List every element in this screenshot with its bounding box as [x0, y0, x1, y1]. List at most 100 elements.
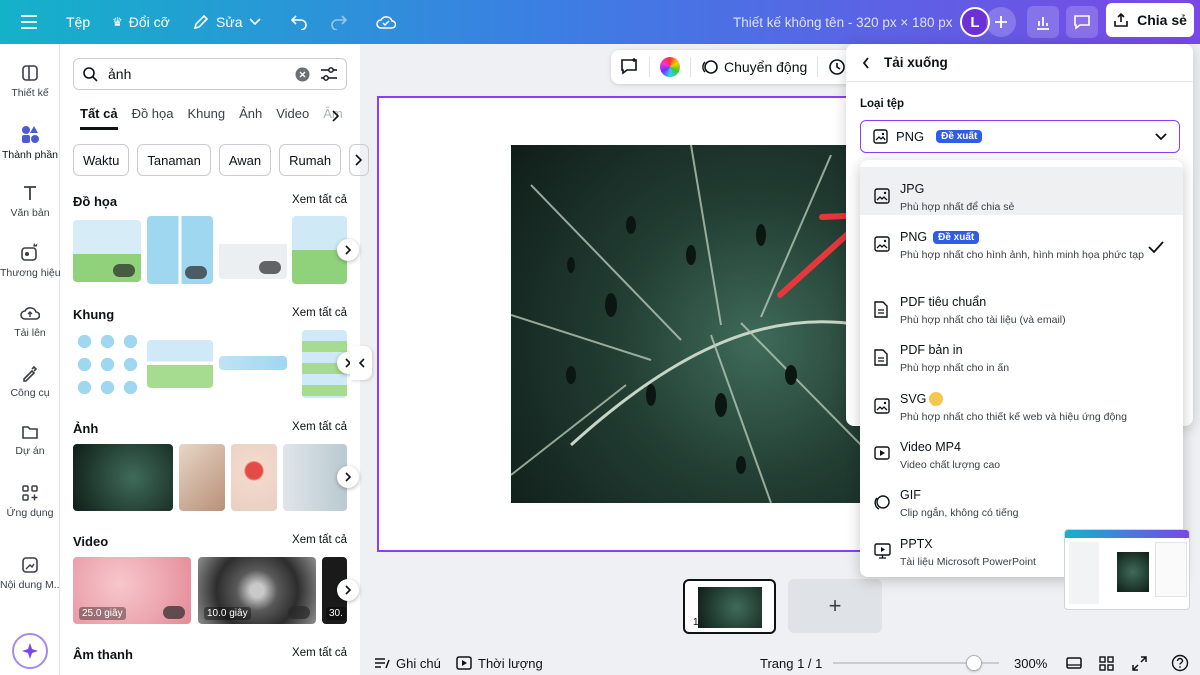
premium-badge: [113, 264, 135, 277]
video-thumbnail[interactable]: 10.0 giây: [198, 557, 316, 624]
photo-thumbnail[interactable]: [179, 444, 225, 511]
image-icon: [873, 129, 888, 144]
tab-graphics[interactable]: Đồ họa: [132, 106, 174, 130]
option-mp4[interactable]: Video MP4 Video chất lượng cao: [860, 425, 1183, 473]
undo-button[interactable]: [290, 0, 308, 44]
resize-button[interactable]: ♛ Đổi cỡ: [112, 0, 170, 44]
tab-videos[interactable]: Video: [276, 106, 309, 130]
zoom-slider-handle[interactable]: [966, 655, 983, 671]
grid-icon: [1099, 655, 1114, 671]
option-description: Phù hợp nhất cho thiết kế web và hiệu ứn…: [900, 411, 1127, 423]
rail-item-projects[interactable]: Dự án: [0, 424, 60, 457]
pages-view-button[interactable]: [1066, 651, 1082, 675]
monstera-leaf-photo[interactable]: [511, 145, 861, 503]
option-jpg[interactable]: JPG Phù hợp nhất để chia sẻ: [860, 167, 1183, 215]
frame-thumbnail[interactable]: [219, 356, 287, 370]
zoom-level[interactable]: 300%: [1014, 651, 1047, 675]
option-gif[interactable]: GIF Clip ngắn, không có tiếng: [860, 473, 1183, 521]
redo-icon: [331, 15, 348, 30]
rail-item-tools[interactable]: Công cụ: [0, 364, 60, 399]
see-all-link[interactable]: Xem tất cả: [292, 421, 347, 436]
page-thumbnail[interactable]: 1: [683, 579, 776, 634]
edit-menu[interactable]: Sửa: [192, 0, 261, 44]
clear-icon[interactable]: [295, 67, 310, 82]
comments-button[interactable]: [1066, 0, 1098, 44]
see-all-link[interactable]: Xem tất cả: [292, 307, 347, 322]
top-toolbar: Tệp ♛ Đổi cỡ Sửa Thiết kế không tên - 32…: [0, 0, 1200, 44]
chevron-right-icon[interactable]: [332, 110, 340, 122]
redo-button[interactable]: [330, 0, 348, 44]
back-arrow-icon[interactable]: [862, 56, 870, 69]
add-collaborator-button[interactable]: [986, 0, 1016, 44]
video-thumbnail[interactable]: 25.0 giây: [73, 557, 191, 624]
rail-item-brand[interactable]: Thương hiệu: [0, 242, 60, 279]
rail-label: Thiết kế: [11, 87, 49, 99]
see-all-link[interactable]: Xem tất cả: [292, 647, 347, 662]
download-title: Tải xuống: [884, 55, 948, 70]
insights-button[interactable]: [1027, 0, 1059, 44]
save-status[interactable]: [376, 0, 396, 44]
rail-item-apps[interactable]: Ứng dụng: [0, 484, 60, 519]
graphic-thumbnail[interactable]: [73, 220, 141, 282]
fullscreen-button[interactable]: [1132, 651, 1147, 675]
frame-thumbnail[interactable]: [73, 330, 141, 398]
duration-button[interactable]: Thời lượng: [456, 651, 543, 675]
rail-item-design[interactable]: Thiết kế: [0, 64, 60, 99]
grid-view-button[interactable]: [1099, 651, 1114, 675]
filter-icon[interactable]: [320, 66, 338, 82]
photo-thumbnail[interactable]: [231, 444, 277, 511]
gif-icon: [874, 495, 890, 510]
rail-item-text[interactable]: Văn bản: [0, 184, 60, 219]
animate-button[interactable]: Chuyển động: [701, 58, 807, 76]
premium-badge: [185, 266, 207, 279]
frame-thumbnail[interactable]: [147, 340, 213, 388]
rail-item-elements[interactable]: Thành phần: [0, 124, 60, 161]
photos-next-button[interactable]: [337, 466, 359, 488]
collapse-panel-button[interactable]: [350, 346, 372, 380]
tab-photos[interactable]: Ảnh: [239, 106, 262, 130]
file-type-select[interactable]: PNG Đề xuất: [860, 120, 1180, 153]
videos-next-button[interactable]: [337, 579, 359, 601]
option-pdf-standard[interactable]: PDF tiêu chuẩn Phù hợp nhất cho tài liệu…: [860, 280, 1183, 328]
chip[interactable]: Rumah: [279, 144, 342, 176]
comment-add-icon[interactable]: [619, 57, 639, 77]
option-png[interactable]: PNG Đề xuất Phù hợp nhất cho hình ảnh, hì…: [860, 215, 1183, 277]
graphics-next-button[interactable]: [337, 239, 359, 261]
magic-assistant-button[interactable]: [12, 633, 48, 669]
color-wheel-icon[interactable]: [660, 57, 680, 77]
chips-next-button[interactable]: [349, 144, 370, 176]
search-input[interactable]: ảnh: [73, 58, 347, 90]
option-svg[interactable]: SVG Phù hợp nhất cho thiết kế web và hiệ…: [860, 377, 1183, 425]
photo-thumbnail[interactable]: [73, 444, 173, 511]
page-indicator-text: Trang 1 / 1: [760, 655, 823, 671]
graphic-thumbnail[interactable]: [219, 229, 287, 279]
graphic-thumbnail[interactable]: [147, 216, 213, 284]
tab-frames[interactable]: Khung: [188, 106, 226, 130]
chip[interactable]: Tanaman: [137, 144, 211, 176]
animate-icon: [702, 60, 718, 74]
see-all-link[interactable]: Xem tất cả: [292, 194, 347, 209]
checkmark-icon: [1148, 241, 1164, 253]
notes-button[interactable]: Ghi chú: [374, 651, 441, 675]
chevron-right-icon: [344, 245, 351, 255]
video-duration: 10.0 giây: [204, 607, 251, 620]
see-all-link[interactable]: Xem tất cả: [292, 534, 347, 549]
section-title: Âm thanh: [73, 647, 133, 662]
video-icon: [874, 446, 890, 460]
help-button[interactable]: [1171, 651, 1189, 675]
tab-all[interactable]: Tất cả: [80, 106, 118, 130]
file-menu[interactable]: Tệp: [66, 0, 90, 44]
brand-icon: [21, 243, 38, 261]
screenshot-preview[interactable]: [1064, 529, 1190, 610]
option-pdf-print[interactable]: PDF bản in Phù hợp nhất cho in ấn: [860, 328, 1183, 376]
page-indicator[interactable]: Trang 1 / 1: [760, 651, 822, 675]
menu-button[interactable]: [20, 0, 38, 44]
chip[interactable]: Waktu: [73, 144, 130, 176]
rail-item-uploads[interactable]: Tải lên: [0, 304, 60, 339]
add-page-button[interactable]: +: [788, 579, 882, 633]
rail-item-magic-media[interactable]: Nội dung M...: [0, 556, 60, 591]
chip[interactable]: Awan: [218, 144, 272, 176]
chevron-left-icon: [358, 358, 365, 368]
share-button[interactable]: Chia sẻ: [1106, 3, 1194, 37]
document-title[interactable]: Thiết kế không tên - 320 px × 180 px: [733, 0, 953, 44]
